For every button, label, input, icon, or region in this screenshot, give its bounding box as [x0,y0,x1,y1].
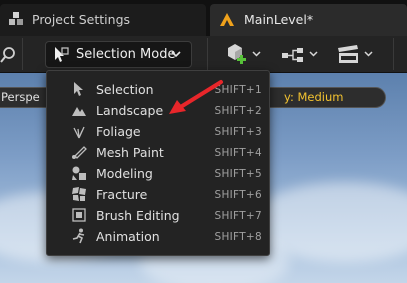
menu-item-label: Mesh Paint [96,145,164,160]
menu-item-shortcut: SHIFT+4 [214,147,262,159]
menu-item-shortcut: SHIFT+7 [214,210,262,222]
selection-mode-icon [55,47,69,62]
menu-item-shortcut: SHIFT+8 [214,231,262,243]
menu-item-label: Landscape [96,103,164,118]
modeling-icon [72,166,86,180]
chevron-down-icon[interactable] [309,51,318,57]
cinematics-clapper-icon[interactable] [337,44,359,64]
animation-icon [72,228,85,244]
menu-item-label: Selection [96,82,154,97]
toolbar-divider [393,38,394,70]
menu-item-shortcut: SHIFT+5 [214,168,262,180]
menu-item-shortcut: SHIFT+6 [214,189,262,201]
toolbar-divider [207,38,208,70]
foliage-icon [73,126,85,139]
search-icon[interactable] [0,46,16,64]
level-icon [220,13,234,26]
annotation-arrow-icon [169,80,223,114]
menu-item-shortcut: SHIFT+3 [214,126,262,138]
toolbar-divider [22,38,23,70]
chevron-down-icon[interactable] [252,51,261,57]
blueprint-icon[interactable] [282,46,306,64]
menu-item-label: Fracture [96,187,148,202]
landscape-icon [72,107,86,116]
chevron-down-icon[interactable] [364,51,373,57]
tab-project-settings-label: Project Settings [32,12,131,27]
menu-item-label: Foliage [96,124,141,139]
menu-item-label: Modeling [96,166,153,181]
menu-item-label: Animation [96,229,160,244]
selection-mode-label: Selection Mode [76,47,176,62]
brush-editing-icon [72,208,86,222]
tab-main-level-label: MainLevel* [244,12,314,27]
mesh-paint-icon [72,146,87,159]
chevron-down-icon [171,51,181,58]
settings-cubes-icon [9,12,23,25]
fracture-icon [72,187,86,201]
viewport-quality-label: y: Medium [284,90,344,104]
viewport-perspective-label: Perspe [1,90,40,104]
add-actor-icon[interactable] [226,43,248,67]
selection-icon [74,82,83,96]
menu-item-label: Brush Editing [96,208,180,223]
